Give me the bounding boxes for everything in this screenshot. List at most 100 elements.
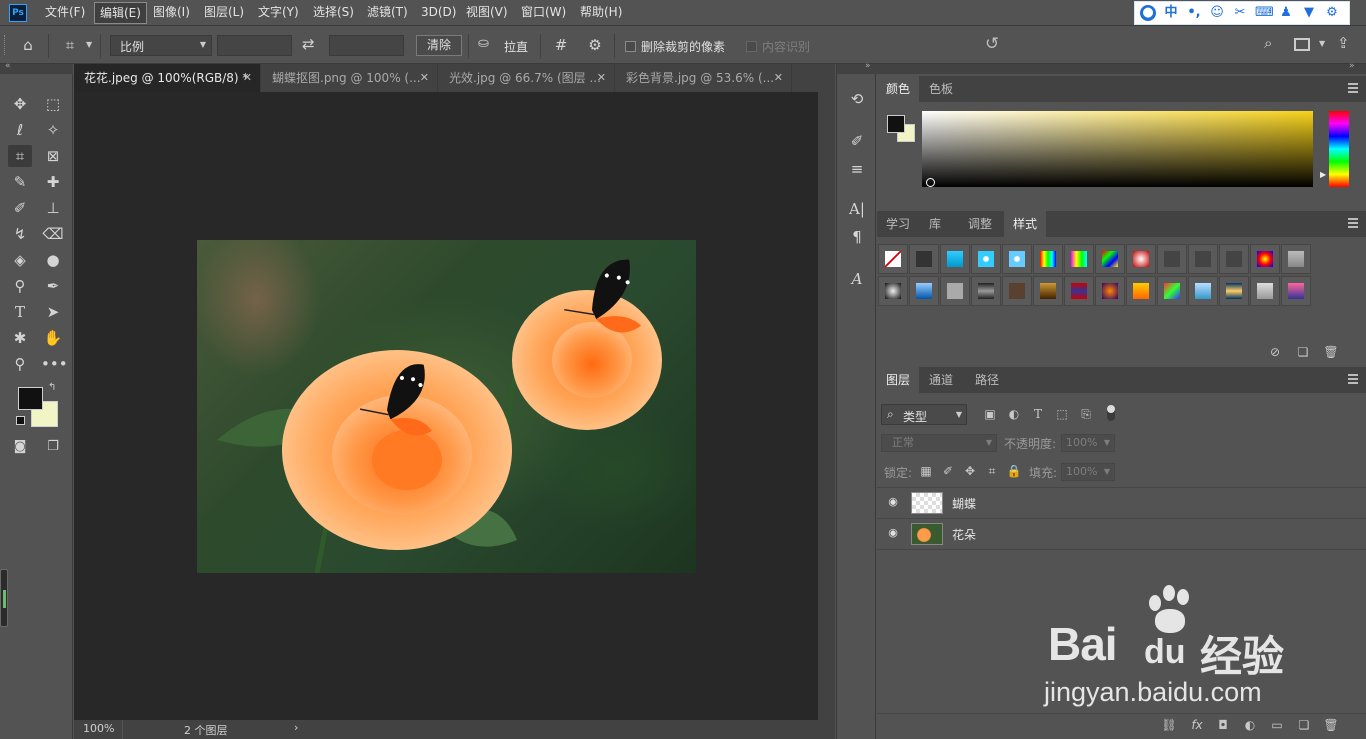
style-preset-swatch[interactable] [940,244,970,274]
healing-brush-icon[interactable]: ✚ [41,171,65,193]
style-preset-swatch[interactable] [1219,276,1249,306]
tab-document-1[interactable]: 花花.jpeg @ 100%(RGB/8) * ✕ [74,64,261,92]
filter-smart-object-icon[interactable]: ⎘ [1078,406,1094,422]
hue-slider-handle[interactable]: ▶ [1320,170,1326,179]
style-preset-swatch[interactable] [1002,276,1032,306]
style-preset-swatch[interactable] [1126,276,1156,306]
history-brush-icon[interactable]: ↯ [8,223,32,245]
more-tools-icon[interactable]: ••• [41,353,68,375]
blur-tool-icon[interactable]: ● [41,249,65,271]
height-input[interactable] [329,35,404,56]
color-picker-handle[interactable] [926,178,935,187]
scissors-icon[interactable]: ✂ [1232,5,1248,21]
color-spectrum-field[interactable] [922,111,1313,187]
paint-bucket-icon[interactable]: ◈ [8,249,32,271]
clear-style-icon[interactable]: ⊘ [1267,344,1283,360]
tab-document-4[interactable]: 彩色背景.jpg @ 53.6% (... ✕ [616,64,792,92]
style-preset-swatch[interactable] [940,276,970,306]
zoom-tool-icon[interactable]: ⚲ [8,353,32,375]
status-arrow-icon[interactable]: › [294,721,298,734]
lock-image-icon[interactable]: ✐ [940,463,956,479]
filter-adjustment-icon[interactable]: ◐ [1006,406,1022,422]
tab-libraries[interactable]: 库 [920,211,950,237]
settings-gear-icon[interactable]: ⚙ [583,34,607,56]
style-preset-swatch[interactable] [1033,244,1063,274]
clear-button[interactable]: 清除 [416,35,462,56]
glyphs-panel-icon[interactable]: A [845,268,869,290]
screen-mode-icon[interactable]: ❐ [41,436,65,458]
delete-layer-icon[interactable]: 🗑 [1323,717,1339,733]
style-preset-swatch[interactable] [1064,244,1094,274]
adjustment-layer-icon[interactable]: ◐ [1242,717,1258,733]
move-tool-icon[interactable]: ✥ [8,93,32,115]
filter-toggle[interactable] [1107,405,1115,421]
close-icon[interactable]: ✕ [420,64,429,92]
tab-swatches[interactable]: 色板 [920,76,962,102]
toolbox-collapse-bar[interactable]: « [0,61,73,74]
ime-lang-icon[interactable]: 中 [1163,5,1179,21]
tab-adjustments[interactable]: 调整 [959,211,1001,237]
content-aware-checkbox[interactable] [746,41,757,52]
panel-menu-icon[interactable] [1348,374,1358,384]
tab-document-2[interactable]: 蝴蝶抠图.png @ 100% (... ✕ [262,64,438,92]
frame-tool-icon[interactable]: ⊠ [41,145,65,167]
style-preset-swatch[interactable] [1188,244,1218,274]
style-preset-swatch[interactable] [1002,244,1032,274]
fill-input[interactable]: 100% ▼ [1061,463,1115,481]
close-icon[interactable]: ✕ [774,64,783,92]
menu-edit[interactable]: 编辑(E) [94,2,147,24]
overlay-grid-icon[interactable]: # [549,34,573,56]
layer-name[interactable]: 花朵 [952,526,976,543]
magic-wand-icon[interactable]: ✧ [41,119,65,141]
quick-mask-icon[interactable]: ◙ [8,436,32,458]
pen-tool-icon[interactable]: ✒ [41,275,65,297]
layer-name[interactable]: 蝴蝶 [952,495,976,512]
tab-channels[interactable]: 通道 [920,367,962,393]
width-input[interactable] [217,35,292,56]
layer-row[interactable]: ◉ 花朵 [877,519,1366,550]
eyedropper-icon[interactable]: ✎ [8,171,32,193]
visibility-eye-icon[interactable]: ◉ [886,526,900,540]
side-widget[interactable] [0,569,8,627]
style-preset-swatch[interactable] [1095,244,1125,274]
strip-collapse-bar[interactable]: » [837,61,877,74]
style-preset-swatch[interactable] [1250,244,1280,274]
menu-view[interactable]: 视图(V) [461,0,513,26]
style-preset-swatch[interactable] [1250,276,1280,306]
menu-window[interactable]: 窗口(W) [516,0,571,26]
lock-position-icon[interactable]: ✥ [962,463,978,479]
swap-colors-icon[interactable]: ↰ [48,382,56,393]
emoji-icon[interactable]: ☺ [1209,5,1225,21]
lock-all-icon[interactable]: 🔒 [1006,463,1022,479]
chevron-down-icon[interactable]: ▼ [86,40,92,49]
tab-document-3[interactable]: 光效.jpg @ 66.7% (图层 ... ✕ [439,64,615,92]
menu-filter[interactable]: 滤镜(T) [362,0,413,26]
filter-shape-icon[interactable]: ⬚ [1054,406,1070,422]
shirt-icon[interactable]: ▼ [1301,5,1317,21]
menu-select[interactable]: 选择(S) [308,0,359,26]
filter-type-icon[interactable]: T [1030,406,1046,422]
menu-help[interactable]: 帮助(H) [575,0,627,26]
menu-file[interactable]: 文件(F) [40,0,90,26]
style-preset-swatch[interactable] [971,276,1001,306]
opacity-input[interactable]: 100% ▼ [1061,434,1115,452]
hue-slider[interactable] [1329,111,1349,187]
lasso-tool-icon[interactable]: ℓ [8,119,32,141]
filter-pixel-icon[interactable]: ▣ [982,406,998,422]
menu-image[interactable]: 图像(I) [148,0,195,26]
menu-type[interactable]: 文字(Y) [253,0,304,26]
close-icon[interactable]: ✕ [243,64,252,92]
style-preset-swatch[interactable] [1281,244,1311,274]
add-mask-icon[interactable]: ◘ [1215,717,1231,733]
marquee-tool-icon[interactable]: ⬚ [41,93,65,115]
zoom-level[interactable]: 100% [83,722,114,735]
brush-panel-icon[interactable]: ✐ [845,130,869,152]
hand-tool-icon[interactable]: ✋ [41,327,65,349]
home-icon[interactable]: ⌂ [16,34,40,56]
fx-icon[interactable]: fx [1189,717,1205,733]
style-preset-swatch[interactable] [1219,244,1249,274]
reset-icon[interactable]: ↺ [985,34,999,54]
character-panel-icon[interactable]: A| [845,198,869,220]
dodge-tool-icon[interactable]: ⚲ [8,275,32,297]
visibility-eye-icon[interactable]: ◉ [886,495,900,509]
